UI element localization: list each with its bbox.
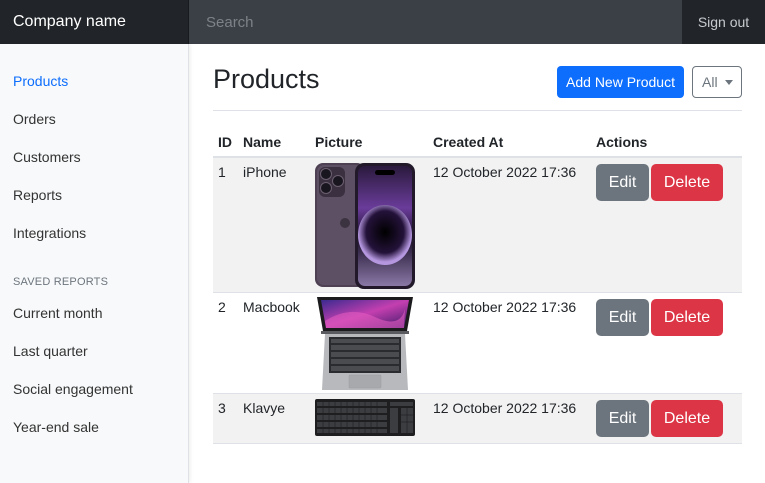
chevron-down-icon	[725, 80, 733, 85]
column-header-created-at: Created At	[428, 128, 591, 158]
table-row: 2 Macbook 12 October 2022 17:36 Edit Del…	[213, 292, 742, 394]
cell-created-at: 12 October 2022 17:36	[428, 157, 591, 293]
search-input[interactable]	[189, 0, 682, 44]
filter-select[interactable]: All	[692, 66, 742, 98]
column-header-name: Name	[238, 128, 310, 158]
edit-button[interactable]: Edit	[596, 400, 649, 437]
sidebar-item-customers[interactable]: Customers	[13, 149, 81, 165]
table-row: 3 Klavye 12 October 2022 17:36 Edit Dele…	[213, 393, 742, 444]
cell-name: Macbook	[238, 292, 310, 394]
macbook-image	[317, 297, 413, 390]
cell-name: Klavye	[238, 393, 310, 444]
sign-out-link[interactable]: Sign out	[682, 0, 765, 44]
filter-value: All	[702, 74, 718, 90]
iphone-image	[315, 163, 415, 289]
saved-report-current-month[interactable]: Current month	[13, 305, 102, 321]
delete-button[interactable]: Delete	[651, 164, 723, 201]
cell-id: 2	[213, 292, 238, 394]
saved-reports-heading: SAVED REPORTS	[13, 276, 109, 288]
sidebar-item-products[interactable]: Products	[13, 73, 68, 89]
column-header-actions: Actions	[591, 128, 742, 158]
page-title: Products	[213, 64, 320, 94]
cell-created-at: 12 October 2022 17:36	[428, 393, 591, 444]
saved-report-year-end-sale[interactable]: Year-end sale	[13, 419, 99, 435]
cell-created-at: 12 October 2022 17:36	[428, 292, 591, 394]
add-new-product-button[interactable]: Add New Product	[557, 66, 684, 98]
edit-button[interactable]: Edit	[596, 164, 649, 201]
column-header-id: ID	[213, 128, 238, 158]
cell-id: 3	[213, 393, 238, 444]
sidebar-item-reports[interactable]: Reports	[13, 187, 62, 203]
sidebar-item-orders[interactable]: Orders	[13, 111, 56, 127]
cell-id: 1	[213, 157, 238, 293]
title-divider	[213, 110, 742, 111]
edit-button[interactable]: Edit	[596, 299, 649, 336]
keyboard-image	[315, 399, 415, 436]
top-navbar: Company name Sign out	[0, 0, 765, 44]
delete-button[interactable]: Delete	[651, 299, 723, 336]
table-header-row: ID Name Picture Created At Actions	[213, 128, 742, 158]
column-header-picture: Picture	[310, 128, 428, 158]
brand-link[interactable]: Company name	[0, 0, 189, 44]
table-row: 1 iPhone 12 October 2022 17:36 Edit Dele…	[213, 157, 742, 293]
delete-button[interactable]: Delete	[651, 400, 723, 437]
sidebar: Products Orders Customers Reports Integr…	[0, 44, 189, 483]
saved-report-social-engagement[interactable]: Social engagement	[13, 381, 133, 397]
sidebar-item-integrations[interactable]: Integrations	[13, 225, 86, 241]
products-table: ID Name Picture Created At Actions 1 iPh…	[213, 128, 742, 444]
saved-report-last-quarter[interactable]: Last quarter	[13, 343, 88, 359]
cell-name: iPhone	[238, 157, 310, 293]
